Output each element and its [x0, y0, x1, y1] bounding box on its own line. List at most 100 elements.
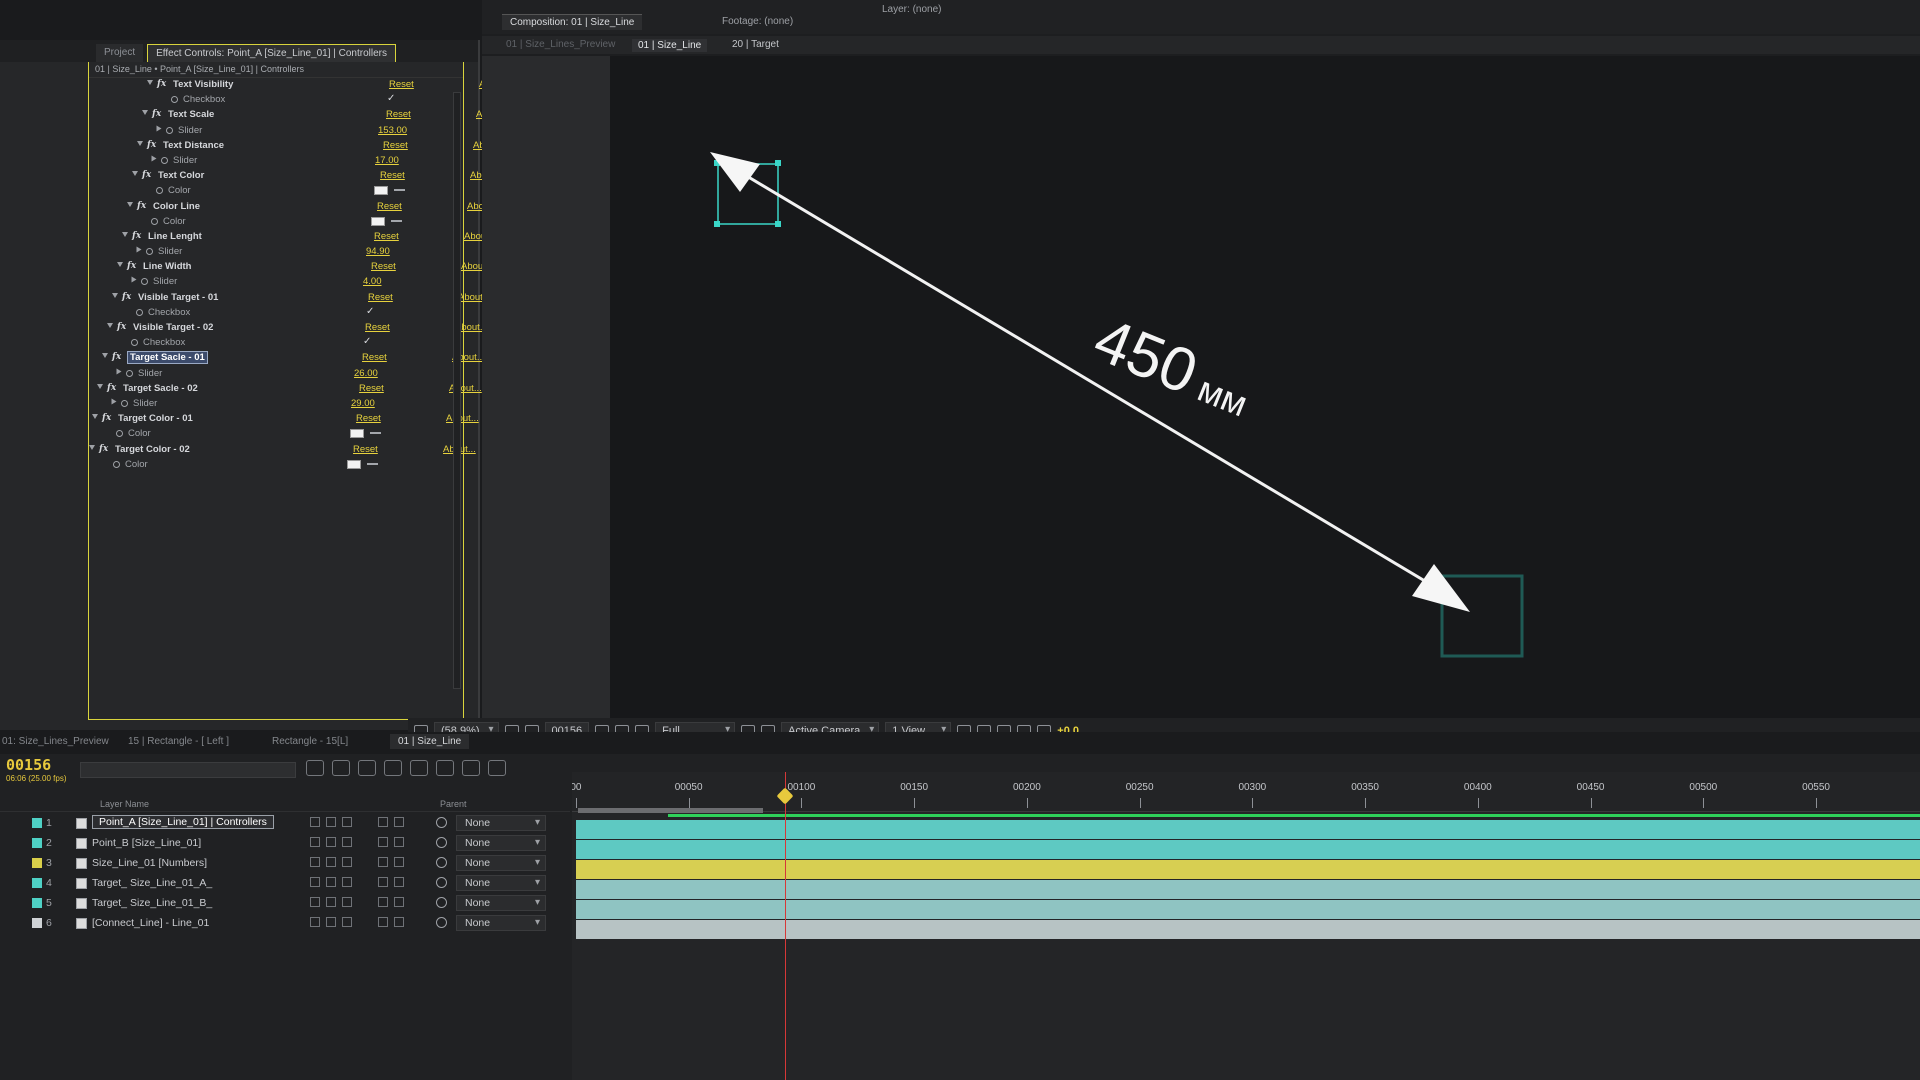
reset-link[interactable]: Reset [386, 109, 411, 120]
brainstorm-icon[interactable] [488, 760, 506, 776]
time-ruler[interactable]: :000 00050 00100 00150 00200 00250 00300 00350 0… [572, 772, 1920, 812]
reset-link[interactable]: Reset [377, 201, 402, 212]
pick-whip-icon[interactable] [436, 877, 447, 888]
reset-link[interactable]: Reset [368, 292, 393, 303]
effect-name[interactable]: Text Visibility [173, 79, 233, 90]
current-time[interactable]: 00156 [6, 756, 51, 774]
stopwatch-icon[interactable] [146, 248, 153, 256]
draft-3d-icon[interactable] [332, 760, 350, 776]
property-value[interactable]: 4.00 [363, 276, 382, 287]
effect-property-row[interactable]: Slider 17.00 [89, 154, 463, 169]
fx-icon[interactable]: fx [122, 292, 131, 302]
effect-property-row[interactable]: Checkbox ✓ [89, 336, 463, 351]
effect-property-row[interactable]: Color [89, 184, 463, 199]
graph-editor-icon[interactable] [436, 760, 454, 776]
effect-property-row[interactable]: Checkbox ✓ [89, 306, 463, 321]
layer-row[interactable]: 4 Target_ Size_Line_01_A_ None [0, 874, 570, 894]
playhead[interactable] [784, 772, 786, 1080]
effect-name[interactable]: Line Width [143, 261, 191, 272]
twirl-down-icon[interactable] [89, 444, 95, 450]
pick-whip-icon[interactable] [436, 857, 447, 868]
stopwatch-icon[interactable] [171, 96, 178, 104]
effect-row[interactable]: fx Visible Target - 02 Reset About... [89, 321, 488, 336]
reset-link[interactable]: Reset [362, 352, 387, 363]
effect-property-row[interactable]: Slider 4.00 [89, 275, 463, 290]
twirl-right-icon[interactable] [131, 276, 137, 283]
effect-row[interactable]: fx Line Width Reset About... [89, 260, 494, 275]
pick-whip-icon[interactable] [436, 817, 447, 828]
property-value[interactable]: 29.00 [351, 398, 375, 409]
adjustment-switch[interactable] [394, 877, 404, 887]
motion-blur-switch[interactable] [378, 837, 388, 847]
twirl-down-icon[interactable] [122, 231, 128, 237]
effect-name[interactable]: Target Sacle - 02 [123, 383, 198, 394]
stopwatch-icon[interactable] [166, 126, 173, 134]
adjustment-switch[interactable] [394, 917, 404, 927]
effect-row[interactable]: fx Target Sacle - 01 Reset About... [89, 351, 485, 366]
parent-dropdown[interactable]: None [456, 835, 546, 851]
effect-row[interactable]: fx Target Sacle - 02 Reset About... [89, 382, 482, 397]
tab-project[interactable]: Project [96, 44, 144, 62]
tab-size-lines-preview[interactable]: 01: Size_Lines_Preview [2, 736, 109, 747]
eyedropper-icon[interactable] [370, 432, 381, 435]
effect-property-row[interactable]: Checkbox ✓ [89, 93, 463, 108]
effect-name[interactable]: Color Line [153, 201, 200, 212]
fx-icon[interactable]: fx [147, 140, 156, 150]
label-color[interactable] [32, 918, 42, 928]
effect-name[interactable]: Target Color - 02 [115, 444, 190, 455]
twirl-down-icon[interactable] [117, 262, 123, 268]
quality-switch[interactable] [342, 857, 352, 867]
pick-whip-icon[interactable] [436, 897, 447, 908]
effect-property-row[interactable]: Slider 26.00 [89, 367, 463, 382]
pick-whip-icon[interactable] [436, 917, 447, 928]
fx-switch[interactable] [326, 917, 336, 927]
effect-row[interactable]: fx Line Lenght Reset About... [89, 230, 497, 245]
effect-row[interactable]: fxText DistanceResetAbout... [89, 139, 506, 154]
pick-whip-icon[interactable] [436, 837, 447, 848]
layer-name[interactable]: Target_ Size_Line_01_B_ [92, 897, 212, 909]
motion-blur-switch[interactable] [378, 917, 388, 927]
color-swatch[interactable] [350, 429, 364, 439]
effect-name[interactable]: Text Distance [163, 140, 224, 151]
parent-dropdown[interactable]: None [456, 815, 546, 831]
twirl-down-icon[interactable] [92, 414, 98, 420]
stopwatch-icon[interactable] [131, 339, 138, 347]
stopwatch-icon[interactable] [462, 760, 480, 776]
layer-duration-bar[interactable] [576, 920, 1920, 939]
tab-rectangle-15l[interactable]: Rectangle - 15[L] [272, 736, 348, 747]
parent-dropdown[interactable]: None [456, 875, 546, 891]
effect-name[interactable]: Text Color [158, 170, 204, 181]
property-value[interactable]: 94.90 [366, 246, 390, 257]
fx-icon[interactable]: fx [102, 413, 111, 423]
effect-row[interactable]: fxTarget Color - 02ResetAbout... [89, 443, 476, 458]
eyedropper-icon[interactable] [367, 462, 378, 465]
effect-property-row[interactable]: Color [89, 458, 463, 473]
motion-blur-switch[interactable] [378, 857, 388, 867]
twirl-right-icon[interactable] [156, 125, 162, 132]
quality-switch[interactable] [342, 897, 352, 907]
effect-row[interactable]: fx Target Color - 01 Reset About... [89, 412, 479, 427]
quality-switch[interactable] [342, 917, 352, 927]
shy-switch[interactable] [310, 877, 320, 887]
layer-row[interactable]: 1 Point_A [Size_Line_01] | Controllers Non… [0, 814, 570, 834]
fx-switch[interactable] [326, 837, 336, 847]
crumb-size-line[interactable]: 01 | Size_Line [632, 39, 708, 52]
twirl-down-icon[interactable] [132, 171, 138, 177]
shy-switch[interactable] [310, 897, 320, 907]
property-value[interactable]: 17.00 [375, 155, 399, 166]
fx-switch[interactable] [326, 877, 336, 887]
layer-duration-bar[interactable] [576, 820, 1920, 839]
timeline-tracks[interactable]: :000 00050 00100 00150 00200 00250 00300 00350 0… [572, 772, 1920, 1080]
tab-footage[interactable]: Footage: (none) [722, 16, 793, 27]
stopwatch-icon[interactable] [116, 430, 123, 438]
color-swatch[interactable] [347, 459, 361, 469]
motion-blur-switch[interactable] [378, 817, 388, 827]
eyedropper-icon[interactable] [391, 219, 402, 222]
effect-name[interactable]: Visible Target - 02 [133, 322, 213, 333]
reset-link[interactable]: Reset [383, 140, 408, 151]
effect-property-row[interactable]: Color [89, 215, 463, 230]
layer-duration-bar[interactable] [576, 860, 1920, 879]
quality-switch[interactable] [342, 877, 352, 887]
tab-size-line[interactable]: 01 | Size_Line [390, 734, 470, 749]
fx-icon[interactable]: fx [157, 79, 166, 89]
